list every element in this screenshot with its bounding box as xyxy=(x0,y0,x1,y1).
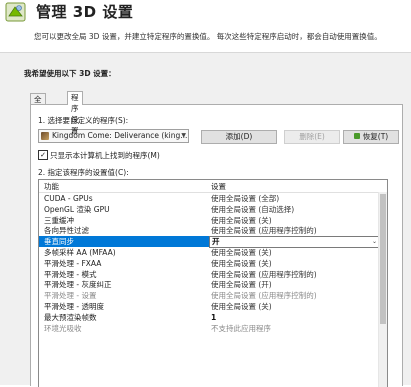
settings-table: 功能 设置 CUDA - GPUs 使用全局设置 (全部) OpenGL 渲染 GP… xyxy=(38,179,388,387)
feature-cell: 最大预渲染帧数 xyxy=(44,312,97,322)
page-description: 您可以更改全局 3D 设置，并建立特定程序的置换值。 每次这些特定程序启动时，都… xyxy=(34,32,382,41)
remove-button[interactable]: 删除(E) xyxy=(284,130,340,144)
vertical-scrollbar[interactable] xyxy=(378,192,387,387)
feature-cell: 平滑处理 - 设置 xyxy=(44,291,97,301)
show-local-programs-checkbox[interactable]: ✓ xyxy=(38,150,48,160)
chevron-down-icon: ▼ xyxy=(181,132,186,139)
nvidia-3d-settings-icon xyxy=(5,2,26,22)
feature-cell: 垂直同步 xyxy=(44,237,74,247)
table-row[interactable]: CUDA - GPUs 使用全局设置 (全部) xyxy=(39,193,379,204)
column-header-setting: 设置 xyxy=(211,182,226,191)
feature-cell: 三重缓冲 xyxy=(44,215,74,225)
setting-cell: 1 xyxy=(211,312,217,322)
step2-label: 2. 指定该程序的设置值(C): xyxy=(38,168,129,177)
setting-cell: 使用全局设置 (应用程序控制的) xyxy=(211,291,317,301)
feature-cell: 平滑处理 - 灰度纠正 xyxy=(44,280,112,290)
restore-label: 恢复(T) xyxy=(362,132,389,141)
settings-panel: 我希望使用以下 3D 设置： 全局设置 程序设置 1. 选择要自定义的程序(S)… xyxy=(0,52,411,387)
table-row[interactable]: 平滑处理 - 透明度 使用全局设置 (关) xyxy=(39,301,379,312)
feature-cell: 环境光吸收 xyxy=(44,323,82,333)
restore-icon xyxy=(353,133,360,139)
feature-cell: 多帧采样 AA (MFAA) xyxy=(44,248,116,257)
setting-cell: 使用全局设置 (关) xyxy=(211,248,272,257)
setting-cell: 使用全局设置 (关) xyxy=(211,258,272,268)
feature-cell: 各向异性过滤 xyxy=(44,226,89,236)
setting-cell: 使用全局设置 (关) xyxy=(211,302,272,311)
header: 管理 3D 设置 xyxy=(0,0,411,27)
section-title: 我希望使用以下 3D 设置： xyxy=(24,69,116,78)
table-row[interactable]: 环境光吸收 不支持此应用程序 xyxy=(39,323,379,334)
feature-cell: 平滑处理 - FXAA xyxy=(44,258,102,268)
table-row[interactable]: 三重缓冲 使用全局设置 (关) xyxy=(39,215,379,226)
setting-cell: 使用全局设置 (关) xyxy=(211,215,272,225)
setting-cell: 使用全局设置 (开) xyxy=(211,280,272,290)
column-header-feature: 功能 xyxy=(44,182,59,191)
feature-cell: CUDA - GPUs xyxy=(44,194,93,203)
table-row[interactable]: 各向异性过滤 使用全局设置 (应用程序控制的) xyxy=(39,225,379,236)
table-row[interactable]: 平滑处理 - FXAA 使用全局设置 (关) xyxy=(39,258,379,269)
setting-cell: 使用全局设置 (应用程序控制的) xyxy=(211,226,317,236)
setting-cell: 不支持此应用程序 xyxy=(211,323,271,333)
tab-program-settings[interactable]: 程序设置 xyxy=(67,91,83,135)
show-local-programs-label: 只显示本计算机上找到的程序(M) xyxy=(50,151,160,160)
table-row[interactable]: 最大预渲染帧数 1 xyxy=(39,312,379,323)
step1-label: 1. 选择要自定义的程序(S): xyxy=(38,116,129,125)
restore-button[interactable]: 恢复(T) xyxy=(343,130,399,144)
table-row[interactable]: 平滑处理 - 灰度纠正 使用全局设置 (开) xyxy=(39,279,379,290)
game-icon xyxy=(41,132,49,140)
setting-dropdown-value: 开 xyxy=(212,237,220,247)
setting-cell: 使用全局设置 (自动选择) xyxy=(211,204,295,214)
setting-cell: 使用全局设置 (全部) xyxy=(211,194,280,203)
program-settings-body: 1. 选择要自定义的程序(S): Kingdom Come: Deliveran… xyxy=(30,104,403,387)
table-row[interactable]: 平滑处理 - 模式 使用全局设置 (应用程序控制的) xyxy=(39,269,379,280)
table-row[interactable]: 平滑处理 - 设置 使用全局设置 (应用程序控制的) xyxy=(39,290,379,301)
table-header: 功能 设置 xyxy=(39,180,387,193)
feature-cell: OpenGL 渲染 GPU xyxy=(44,204,110,214)
chevron-down-icon: ⌄ xyxy=(371,238,377,246)
page-title: 管理 3D 设置 xyxy=(36,3,134,21)
feature-cell: 平滑处理 - 透明度 xyxy=(44,302,104,311)
scrollbar-thumb[interactable] xyxy=(380,194,386,324)
table-row[interactable]: 多帧采样 AA (MFAA) 使用全局设置 (关) xyxy=(39,247,379,258)
table-row[interactable]: 垂直同步 开 ⌄ xyxy=(39,236,380,249)
program-select[interactable]: Kingdom Come: Deliverance (king... ▼ xyxy=(38,129,189,143)
setting-cell: 使用全局设置 (应用程序控制的) xyxy=(211,269,317,279)
table-row[interactable]: OpenGL 渲染 GPU 使用全局设置 (自动选择) xyxy=(39,204,379,215)
add-button[interactable]: 添加(D) xyxy=(201,130,277,144)
feature-cell: 平滑处理 - 模式 xyxy=(44,269,97,279)
